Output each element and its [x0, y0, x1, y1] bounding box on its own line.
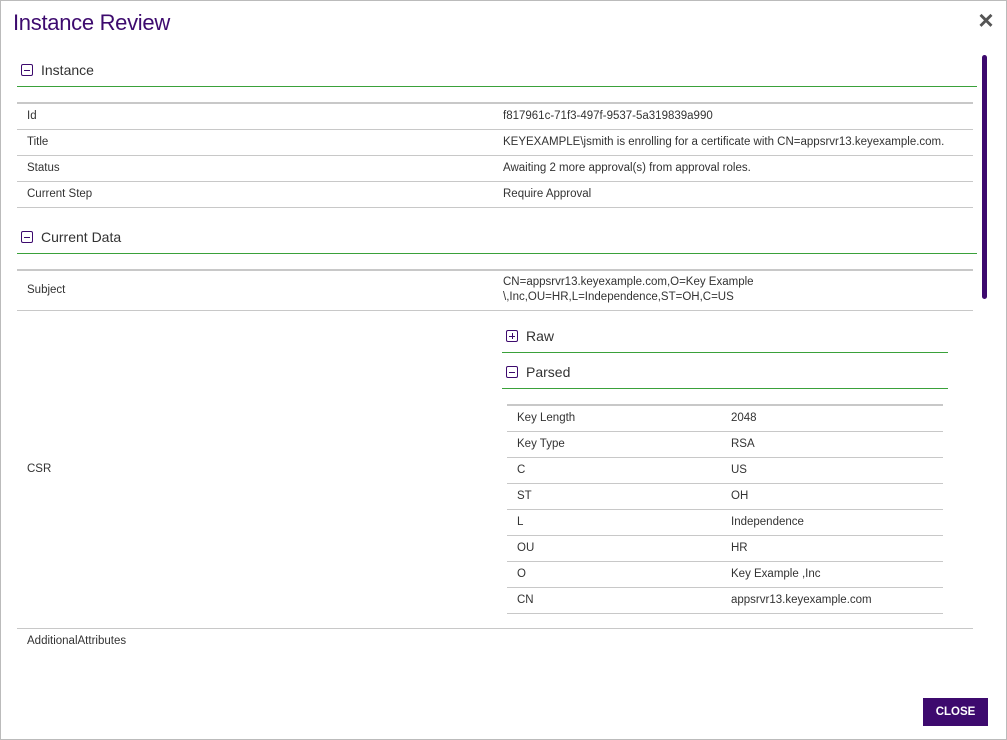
row-value: f817961c-71f3-497f-9537-5a319839a990: [493, 103, 973, 130]
row-label: Title: [17, 129, 493, 156]
parsed-csr-table: Key Length 2048 Key Type RSA C US ST OH …: [507, 404, 943, 614]
row-value: US: [721, 457, 943, 484]
row-label: Status: [17, 155, 493, 182]
parsed-section-label: Parsed: [526, 364, 571, 380]
instance-section-header[interactable]: Instance: [17, 54, 977, 87]
table-row: Current Step Require Approval: [17, 181, 973, 208]
subject-value: CN=appsrvr13.keyexample.com,O=Key Exampl…: [493, 270, 973, 311]
table-row: CN appsrvr13.keyexample.com: [507, 587, 943, 614]
current-data-section-header[interactable]: Current Data: [17, 221, 977, 254]
row-value: appsrvr13.keyexample.com: [721, 587, 943, 614]
dialog-title: Instance Review: [13, 10, 170, 35]
table-row: Key Length 2048: [507, 405, 943, 432]
additional-attributes-value: [493, 628, 973, 654]
row-value: HR: [721, 535, 943, 562]
table-row: Key Type RSA: [507, 431, 943, 458]
parsed-section-header[interactable]: Parsed: [502, 356, 948, 389]
row-value: Require Approval: [493, 181, 973, 208]
row-value: 2048: [721, 405, 943, 432]
row-label: L: [507, 509, 721, 536]
row-label: Key Type: [507, 431, 721, 458]
row-label: ST: [507, 483, 721, 510]
row-label: Key Length: [507, 405, 721, 432]
row-label: O: [507, 561, 721, 588]
additional-attributes-label: AdditionalAttributes: [27, 635, 127, 648]
table-row: C US: [507, 457, 943, 484]
close-icon[interactable]: ×: [975, 7, 997, 33]
table-row: L Independence: [507, 509, 943, 536]
collapse-icon[interactable]: [21, 231, 33, 243]
row-value: KEYEXAMPLE\jsmith is enrolling for a cer…: [493, 129, 973, 156]
table-row: O Key Example ,Inc: [507, 561, 943, 588]
table-row: Id f817961c-71f3-497f-9537-5a319839a990: [17, 103, 973, 130]
collapse-icon[interactable]: [21, 64, 33, 76]
collapse-icon[interactable]: [506, 366, 518, 378]
instance-section-label: Instance: [41, 62, 94, 78]
row-label: C: [507, 457, 721, 484]
table-row: OU HR: [507, 535, 943, 562]
table-row: AdditionalAttributes: [17, 628, 973, 654]
expand-icon[interactable]: [506, 330, 518, 342]
csr-label: CSR: [17, 310, 493, 629]
row-value: OH: [721, 483, 943, 510]
table-row: Status Awaiting 2 more approval(s) from …: [17, 155, 973, 182]
row-value: Awaiting 2 more approval(s) from approva…: [493, 155, 973, 182]
row-label: Id: [17, 103, 493, 130]
scrollbar-thumb[interactable]: [982, 55, 987, 299]
subject-value-line1: CN=appsrvr13.keyexample.com,O=Key Exampl…: [503, 276, 754, 289]
close-button[interactable]: CLOSE: [923, 698, 988, 726]
table-row: ST OH: [507, 483, 943, 510]
row-value: Key Example ,Inc: [721, 561, 943, 588]
instance-table: Id f817961c-71f3-497f-9537-5a319839a990 …: [17, 102, 973, 208]
instance-review-dialog: Instance Review × Instance Id f817961c-7…: [0, 0, 1007, 740]
raw-section-label: Raw: [526, 328, 555, 344]
table-row: Title KEYEXAMPLE\jsmith is enrolling for…: [17, 129, 973, 156]
row-value: Independence: [721, 509, 943, 536]
row-value: RSA: [721, 431, 943, 458]
current-data-section-label: Current Data: [41, 229, 122, 245]
raw-section-header[interactable]: Raw: [502, 320, 948, 353]
subject-label: Subject: [17, 270, 493, 311]
subject-value-line2: \,Inc,OU=HR,L=Independence,ST=OH,C=US: [503, 291, 734, 304]
table-row: Subject CN=appsrvr13.keyexample.com,O=Ke…: [17, 270, 973, 311]
row-label: Current Step: [17, 181, 493, 208]
row-label: CN: [507, 587, 721, 614]
row-label: OU: [507, 535, 721, 562]
